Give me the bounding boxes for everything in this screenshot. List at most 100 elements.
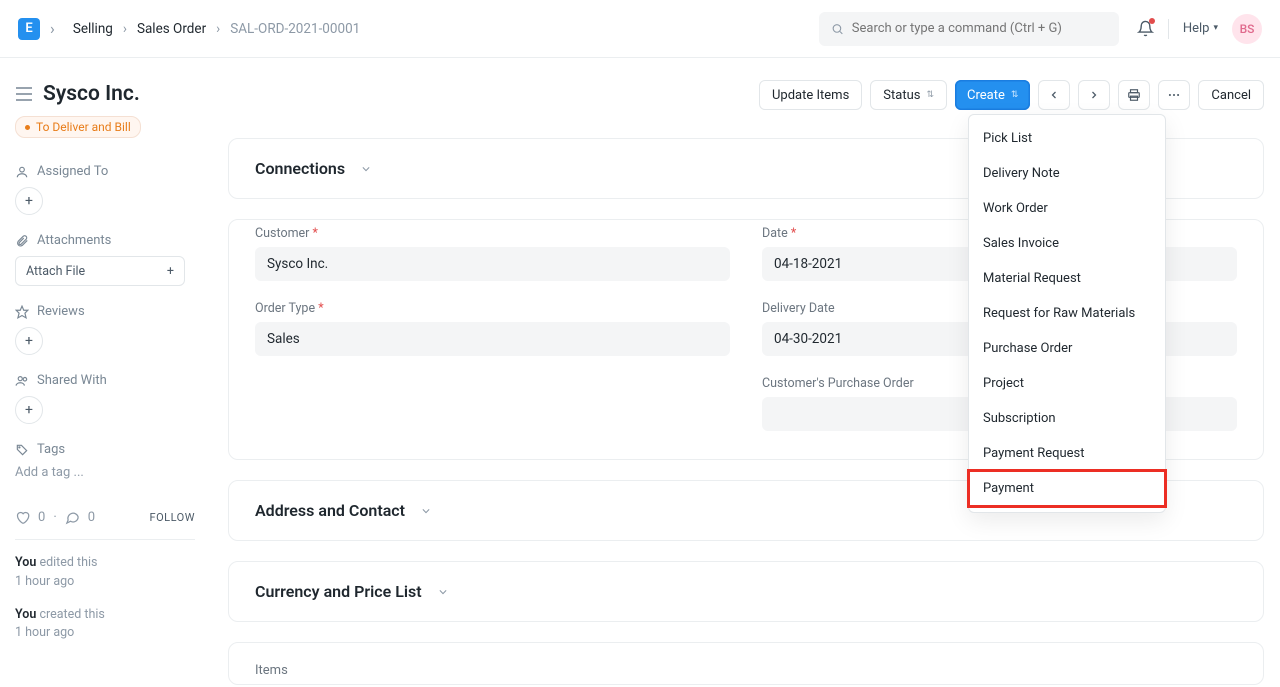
nav-right: Help ▾ BS <box>1137 14 1262 44</box>
add-share-button[interactable]: + <box>15 396 43 424</box>
add-assignee-button[interactable]: + <box>15 187 43 215</box>
navbar: E › Selling › Sales Order › SAL-ORD-2021… <box>0 0 1280 58</box>
sidebar: Sysco Inc. To Deliver and Bill Assigned … <box>0 58 210 687</box>
order-type-input[interactable]: Sales <box>255 322 730 356</box>
customer-input[interactable]: Sysco Inc. <box>255 247 730 281</box>
breadcrumb: Selling › Sales Order › SAL-ORD-2021-000… <box>73 21 360 37</box>
more-button[interactable] <box>1158 80 1190 110</box>
tag-icon <box>15 443 29 457</box>
action-bar: Update Items Status ⇅ Create ⇅ Cancel <box>759 80 1264 110</box>
tags-label: Tags <box>37 442 65 457</box>
currency-title: Currency and Price List <box>255 582 422 601</box>
dd-purchase-order[interactable]: Purchase Order <box>969 331 1165 366</box>
activity-verb: created this <box>39 607 104 622</box>
address-title: Address and Contact <box>255 501 405 520</box>
status-label: To Deliver and Bill <box>36 120 131 134</box>
menu-toggle[interactable] <box>15 87 33 101</box>
nav-left: E › Selling › Sales Order › SAL-ORD-2021… <box>18 18 360 40</box>
cancel-button[interactable]: Cancel <box>1198 80 1264 110</box>
dd-payment[interactable]: Payment <box>969 471 1165 506</box>
card-items: Items <box>228 642 1264 685</box>
print-button[interactable] <box>1118 80 1150 110</box>
comment-icon[interactable] <box>65 510 80 525</box>
sidebar-assigned-to: Assigned To + <box>15 164 195 215</box>
users-icon <box>15 374 29 388</box>
notifications-button[interactable] <box>1137 20 1154 37</box>
shared-with-label: Shared With <box>37 373 107 388</box>
dd-work-order[interactable]: Work Order <box>969 191 1165 226</box>
create-button-label: Create <box>967 88 1005 103</box>
plus-icon: + <box>167 264 174 279</box>
dd-sales-invoice[interactable]: Sales Invoice <box>969 226 1165 261</box>
search-icon <box>831 22 844 36</box>
dd-subscription[interactable]: Subscription <box>969 401 1165 436</box>
title-row: Sysco Inc. To Deliver and Bill <box>15 82 195 138</box>
chevron-right-icon: › <box>50 19 55 38</box>
sidebar-reviews: Reviews + <box>15 304 195 355</box>
status-button[interactable]: Status ⇅ <box>870 80 947 110</box>
activity-actor: You <box>15 607 36 622</box>
menu-icon <box>15 87 33 101</box>
breadcrumb-sales-order[interactable]: Sales Order <box>137 21 206 37</box>
user-icon <box>15 165 29 179</box>
order-type-label: Order Type * <box>255 301 730 316</box>
dd-payment-request[interactable]: Payment Request <box>969 436 1165 471</box>
card-currency: Currency and Price List <box>228 561 1264 622</box>
like-count: 0 <box>38 510 45 525</box>
currency-toggle[interactable]: Currency and Price List <box>229 562 1263 621</box>
sort-icon: ⇅ <box>1011 90 1019 100</box>
next-button[interactable] <box>1078 80 1110 110</box>
global-search[interactable] <box>819 12 1119 46</box>
assigned-to-label: Assigned To <box>37 164 108 179</box>
sidebar-tags: Tags Add a tag ... <box>15 442 195 480</box>
chevron-down-icon <box>360 162 373 175</box>
prev-button[interactable] <box>1038 80 1070 110</box>
sort-icon: ⇅ <box>926 90 934 100</box>
activity-entry: You created this 1 hour ago <box>15 606 195 644</box>
sidebar-attachments: Attachments Attach File + <box>15 233 195 286</box>
search-input[interactable] <box>852 21 1107 36</box>
activity-time: 1 hour ago <box>15 573 195 592</box>
status-badge: To Deliver and Bill <box>15 116 141 138</box>
field-customer: Customer * Sysco Inc. <box>255 226 730 281</box>
create-dropdown: Pick List Delivery Note Work Order Sales… <box>968 114 1166 513</box>
add-review-button[interactable]: + <box>15 327 43 355</box>
attach-file-button[interactable]: Attach File + <box>15 256 185 286</box>
main-content: Update Items Status ⇅ Create ⇅ Cancel <box>210 58 1280 687</box>
dd-pick-list[interactable]: Pick List <box>969 121 1165 156</box>
help-label: Help <box>1183 21 1210 36</box>
dd-request-raw-materials[interactable]: Request for Raw Materials <box>969 296 1165 331</box>
star-icon <box>15 305 29 319</box>
activity-entry: You edited this 1 hour ago <box>15 554 195 592</box>
breadcrumb-selling[interactable]: Selling <box>73 21 113 37</box>
items-toggle[interactable]: Items <box>229 643 1263 684</box>
user-avatar[interactable]: BS <box>1232 14 1262 44</box>
attach-file-label: Attach File <box>26 264 85 279</box>
dd-delivery-note[interactable]: Delivery Note <box>969 156 1165 191</box>
items-title: Items <box>255 663 288 678</box>
chevron-right-icon <box>1088 89 1100 101</box>
activity-actor: You <box>15 555 36 570</box>
heart-icon[interactable] <box>15 510 30 525</box>
chevron-down-icon: ▾ <box>1213 24 1218 33</box>
reviews-label: Reviews <box>37 304 85 319</box>
app-logo[interactable]: E <box>18 18 40 40</box>
add-tag-input[interactable]: Add a tag ... <box>15 465 195 480</box>
update-items-button[interactable]: Update Items <box>759 80 862 110</box>
divider <box>15 539 195 540</box>
activity-verb: edited this <box>39 555 97 570</box>
chevron-down-icon <box>420 504 433 517</box>
printer-icon <box>1127 88 1141 102</box>
follow-button[interactable]: FOLLOW <box>150 511 195 524</box>
field-order-type: Order Type * Sales <box>255 301 730 356</box>
breadcrumb-current: SAL-ORD-2021-00001 <box>230 21 360 37</box>
social-row: 0 · 0 FOLLOW <box>15 510 195 525</box>
chevron-right-icon: › <box>123 21 127 37</box>
dd-project[interactable]: Project <box>969 366 1165 401</box>
status-dot-icon <box>25 125 30 130</box>
create-button[interactable]: Create ⇅ <box>955 80 1030 110</box>
dd-material-request[interactable]: Material Request <box>969 261 1165 296</box>
paperclip-icon <box>15 234 29 248</box>
help-menu[interactable]: Help ▾ <box>1183 21 1218 36</box>
chevron-left-icon <box>1048 89 1060 101</box>
